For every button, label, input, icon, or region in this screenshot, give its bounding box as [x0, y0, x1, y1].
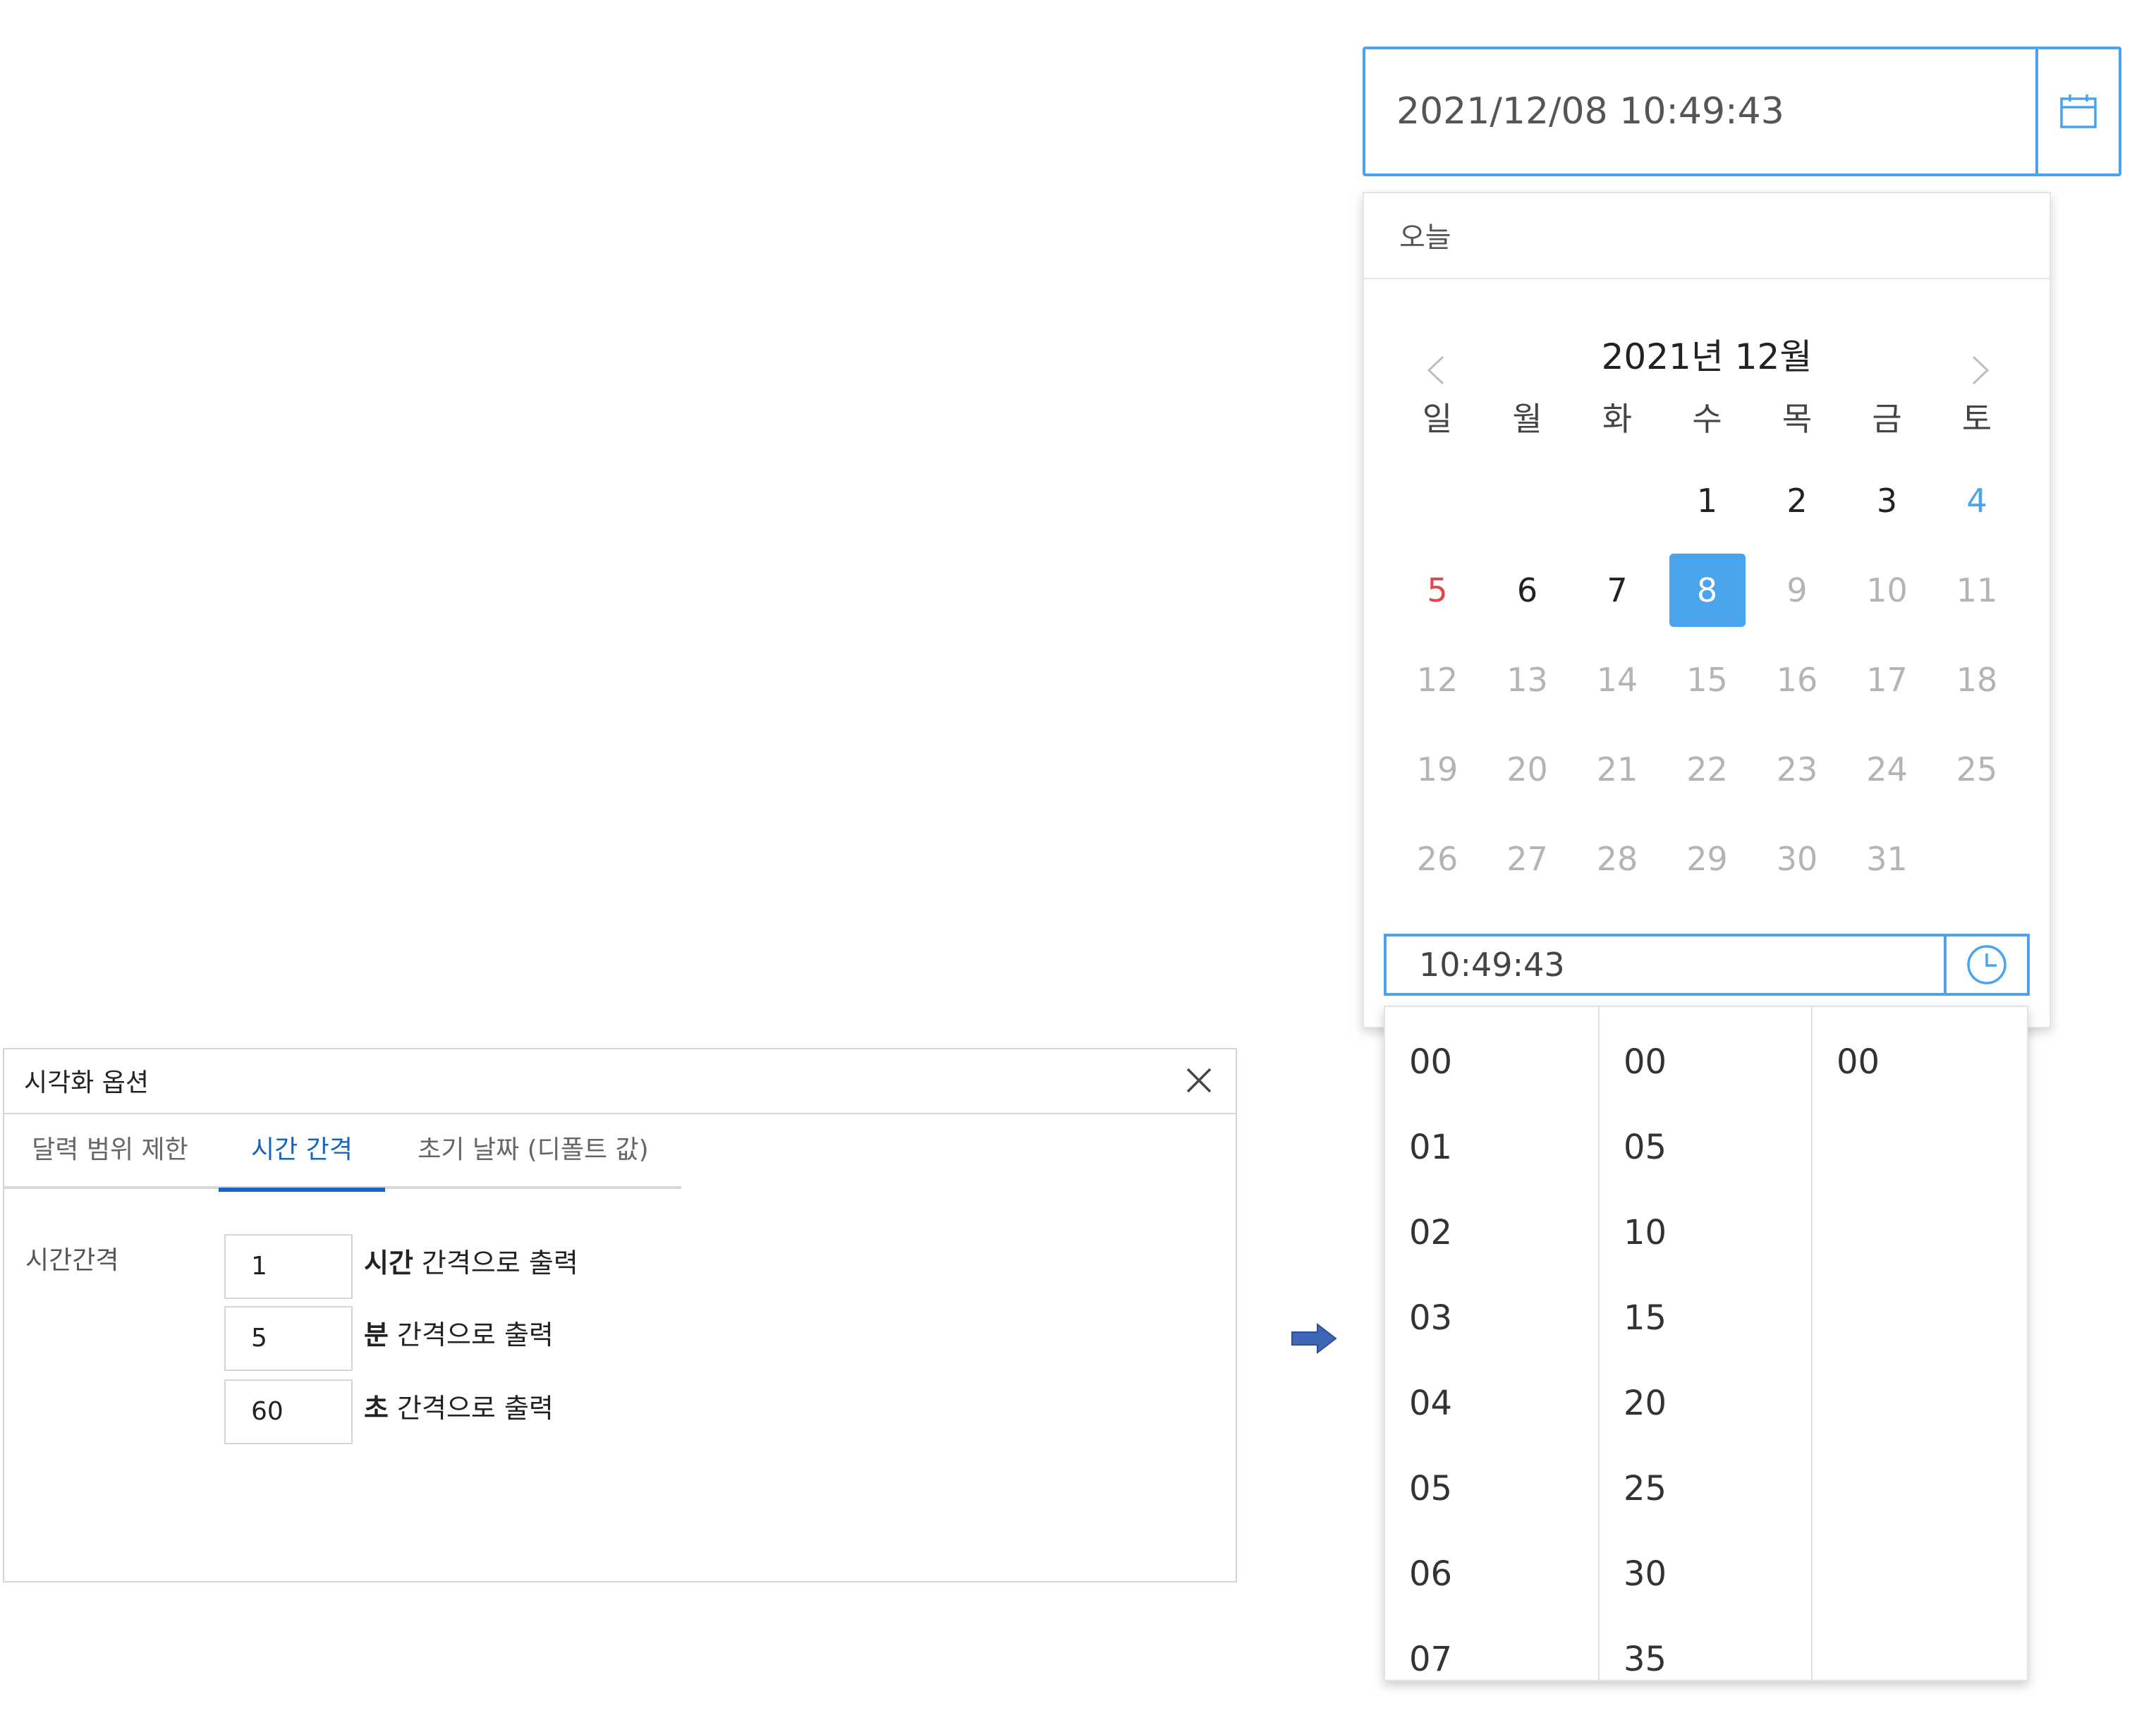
- weekday-label: 월: [1512, 400, 1542, 438]
- hour-option[interactable]: 03: [1409, 1298, 1452, 1338]
- tab-bar: 달력 범위 제한 시간 간격 초기 날짜 (디폴트 값): [4, 1114, 681, 1192]
- calendar-day: 20: [1506, 750, 1548, 788]
- minute-option[interactable]: 20: [1624, 1384, 1667, 1423]
- calendar-day: 10: [1866, 571, 1908, 609]
- tab-time-interval[interactable]: 시간 간격: [219, 1114, 385, 1192]
- calendar-day: 12: [1416, 661, 1458, 699]
- calendar-day: 23: [1776, 750, 1818, 788]
- panel-header: 시각화 옵션: [4, 1049, 1236, 1114]
- calendar-day: 14: [1596, 661, 1638, 699]
- calendar-day: 28: [1596, 840, 1638, 878]
- calendar-dropdown: 오늘 2021년 12월 일 월 화 수 목 금 토 1 2 3 4 5 6 7 8 9 10 11 12 13 14 1…: [1363, 192, 2051, 1028]
- hour-option[interactable]: 07: [1409, 1640, 1452, 1679]
- calendar-day: 16: [1776, 661, 1818, 699]
- calendar-day: 11: [1956, 571, 1998, 609]
- minute-option[interactable]: 25: [1624, 1469, 1667, 1508]
- second-option[interactable]: 00: [1837, 1042, 1880, 1082]
- weekday-label: 일: [1422, 400, 1453, 438]
- time-interval-label: 시간간격: [25, 1246, 119, 1275]
- weekday-label: 수: [1692, 400, 1722, 438]
- calendar-day: 31: [1866, 840, 1908, 878]
- time-input[interactable]: 10:49:43: [1384, 934, 2030, 996]
- calendar-day[interactable]: 7: [1579, 554, 1655, 627]
- calendar-day[interactable]: 3: [1849, 464, 1925, 537]
- calendar-day: 26: [1416, 840, 1458, 878]
- calendar-day[interactable]: 6: [1490, 554, 1566, 627]
- calendar-day: 22: [1686, 750, 1728, 788]
- datetime-value: 2021/12/08 10:49:43: [1396, 90, 1784, 133]
- datetime-input[interactable]: 2021/12/08 10:49:43: [1363, 47, 2121, 176]
- calendar-day[interactable]: 8: [1669, 554, 1746, 627]
- calendar-day[interactable]: 1: [1669, 464, 1746, 537]
- today-button[interactable]: 오늘: [1399, 214, 1451, 255]
- calendar-day: 21: [1596, 750, 1638, 788]
- second-list[interactable]: 00: [1811, 1007, 2024, 1680]
- calendar-button[interactable]: [2035, 49, 2119, 173]
- minute-option[interactable]: 05: [1624, 1128, 1667, 1167]
- calendar-day: 30: [1776, 840, 1818, 878]
- clock-icon: [1967, 945, 2006, 984]
- calendar-day[interactable]: 2: [1759, 464, 1835, 537]
- time-value: 10:49:43: [1419, 946, 1565, 984]
- visualization-options-panel: 시각화 옵션 달력 범위 제한 시간 간격 초기 날짜 (디폴트 값) 시간간격…: [3, 1048, 1237, 1582]
- calendar-day: 25: [1956, 750, 1998, 788]
- calendar-day[interactable]: 5: [1399, 554, 1475, 627]
- time-picker-lists: 00 01 02 03 04 05 06 07 00 05 10 15 20 25 30 35 00: [1384, 1006, 2028, 1681]
- minute-list[interactable]: 00 05 10 15 20 25 30 35: [1598, 1007, 1811, 1680]
- minute-interval-desc: 분 간격으로 출력: [364, 1319, 554, 1350]
- hour-option[interactable]: 05: [1409, 1469, 1452, 1508]
- calendar-icon: [2060, 94, 2097, 128]
- minute-option[interactable]: 10: [1624, 1213, 1667, 1252]
- close-icon[interactable]: [1183, 1065, 1214, 1096]
- right-arrow-icon: [1291, 1322, 1337, 1355]
- calendar-day: 24: [1866, 750, 1908, 788]
- calendar-day: 9: [1786, 571, 1808, 609]
- hour-option[interactable]: 04: [1409, 1384, 1452, 1423]
- clock-button[interactable]: [1944, 937, 2027, 993]
- hour-option[interactable]: 00: [1409, 1042, 1452, 1082]
- calendar-day: 27: [1506, 840, 1548, 878]
- minute-option[interactable]: 35: [1624, 1640, 1667, 1679]
- calendar-day: 29: [1686, 840, 1728, 878]
- weekday-label: 토: [1961, 400, 1992, 438]
- weekday-label: 목: [1782, 400, 1813, 438]
- calendar-day: 15: [1686, 661, 1728, 699]
- month-label: 2021년 12월: [1601, 336, 1813, 377]
- tab-calendar-range[interactable]: 달력 범위 제한: [4, 1114, 216, 1189]
- hour-list[interactable]: 00 01 02 03 04 05 06 07: [1385, 1007, 1598, 1680]
- minute-option[interactable]: 30: [1624, 1554, 1667, 1594]
- tab-initial-date[interactable]: 초기 날짜 (디폴트 값): [399, 1114, 667, 1189]
- minute-option[interactable]: 00: [1624, 1042, 1667, 1082]
- weekday-label: 금: [1872, 400, 1902, 438]
- hour-option[interactable]: 06: [1409, 1554, 1452, 1594]
- minute-interval-input[interactable]: 5: [224, 1306, 353, 1371]
- calendar-day: 19: [1416, 750, 1458, 788]
- weekday-label: 화: [1602, 400, 1633, 438]
- hour-interval-desc: 시간 간격으로 출력: [364, 1248, 578, 1279]
- today-bar: 오늘: [1364, 193, 2050, 279]
- calendar-day[interactable]: 4: [1939, 464, 2015, 537]
- panel-title: 시각화 옵션: [24, 1068, 150, 1097]
- hour-option[interactable]: 02: [1409, 1213, 1452, 1252]
- second-interval-desc: 초 간격으로 출력: [364, 1393, 554, 1424]
- minute-option[interactable]: 15: [1624, 1298, 1667, 1338]
- calendar-day: 13: [1506, 661, 1548, 699]
- hour-option[interactable]: 01: [1409, 1128, 1452, 1167]
- calendar-day: 17: [1866, 661, 1908, 699]
- hour-interval-input[interactable]: 1: [224, 1234, 353, 1299]
- calendar-day: 18: [1956, 661, 1998, 699]
- second-interval-input[interactable]: 60: [224, 1379, 353, 1444]
